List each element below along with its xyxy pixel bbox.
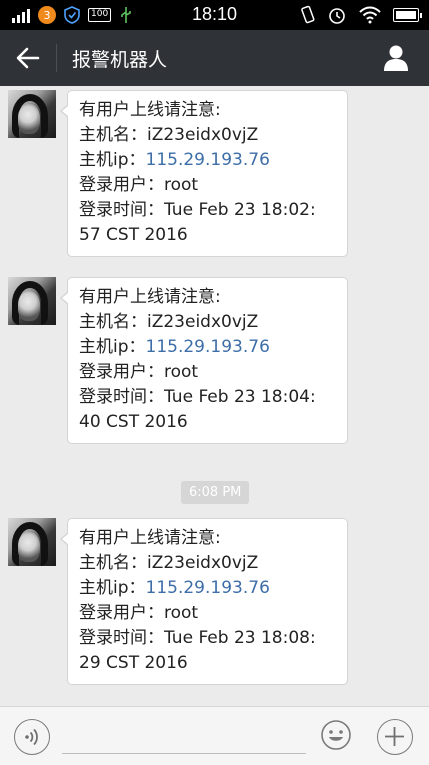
message-line: 主机名：iZ23eidx0vjZ [79,312,259,332]
time-separator: 6:08 PM [181,481,250,504]
status-right-icons [301,5,422,25]
message-line: 登录时间：Tue Feb 23 18:02: 57 CST 2016 [79,200,316,245]
message-line: 有用户上线请注意: [79,287,221,307]
message-bubble[interactable]: 有用户上线请注意: 主机名：iZ23eidx0vjZ 主机ip：115.29.1… [60,277,348,444]
ip-prefix: 主机ip： [79,337,146,357]
message-line: 主机名：iZ23eidx0vjZ [79,553,259,573]
ip-prefix: 主机ip： [79,578,146,598]
back-arrow-icon[interactable] [16,47,40,69]
ip-link[interactable]: 115.29.193.76 [146,337,270,357]
message-line: 登录用户：root [79,362,199,382]
avatar[interactable] [8,90,56,138]
ip-link[interactable]: 115.29.193.76 [146,150,270,170]
message-line: 有用户上线请注意: [79,528,221,548]
message-ip-line: 主机ip：115.29.193.76 [79,576,337,601]
plus-icon [385,727,404,746]
message-line: 登录时间：Tue Feb 23 18:08: 29 CST 2016 [79,628,316,673]
chat-title: 报警机器人 [72,49,168,71]
nav-bar: 报警机器人 [0,30,429,86]
emoji-icon[interactable] [320,719,352,751]
voice-icon [25,728,38,746]
vibrate-icon [301,5,315,24]
avatar[interactable] [8,518,56,566]
message-ip-line: 主机ip：115.29.193.76 [79,335,337,360]
avatar[interactable] [8,277,56,325]
plus-button[interactable] [377,719,413,755]
message-line: 登录用户：root [79,603,199,623]
message-line: 主机名：iZ23eidx0vjZ [79,125,259,145]
input-bar [0,706,429,765]
message-bubble[interactable]: 有用户上线请注意: 主机名：iZ23eidx0vjZ 主机ip：115.29.1… [60,518,348,685]
nav-divider [56,44,57,72]
message-bubble[interactable]: 有用户上线请注意: 主机名：iZ23eidx0vjZ 主机ip：115.29.1… [60,90,348,257]
battery-icon [393,8,422,22]
alarm-icon [329,8,345,24]
voice-button[interactable] [14,719,50,755]
message-ip-line: 主机ip：115.29.193.76 [79,148,337,173]
ip-link[interactable]: 115.29.193.76 [146,578,270,598]
status-bar: 3 100 18:10 [0,0,429,30]
message-line: 登录时间：Tue Feb 23 18:04: 40 CST 2016 [79,387,316,432]
chat-area[interactable]: 有用户上线请注意: 主机名：iZ23eidx0vjZ 主机ip：115.29.1… [0,86,429,706]
message-line: 登录用户：root [79,175,199,195]
wifi-icon [359,6,381,24]
message-input[interactable] [62,753,306,754]
ip-prefix: 主机ip： [79,150,146,170]
user-profile-icon[interactable] [383,44,409,72]
message-line: 有用户上线请注意: [79,100,221,120]
